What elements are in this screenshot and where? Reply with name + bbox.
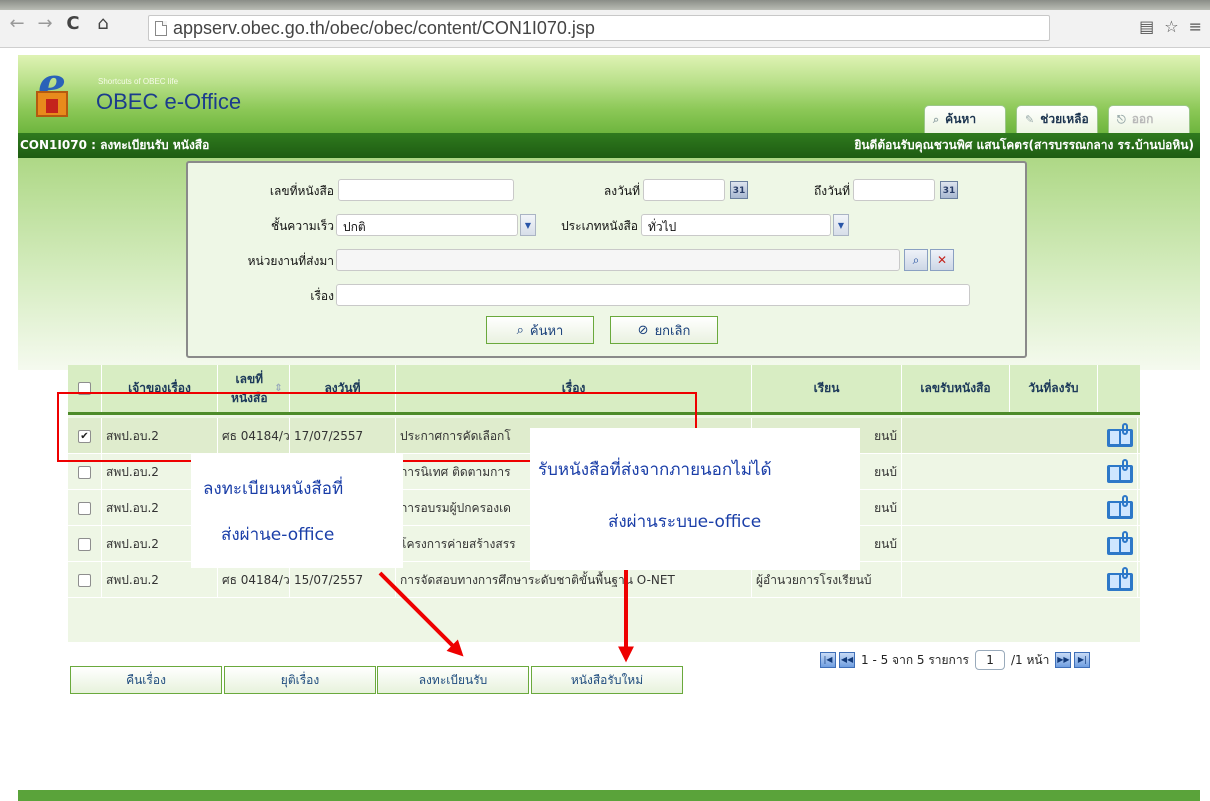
arrow-to-register [378, 571, 464, 657]
annotation-arrows [378, 570, 634, 663]
